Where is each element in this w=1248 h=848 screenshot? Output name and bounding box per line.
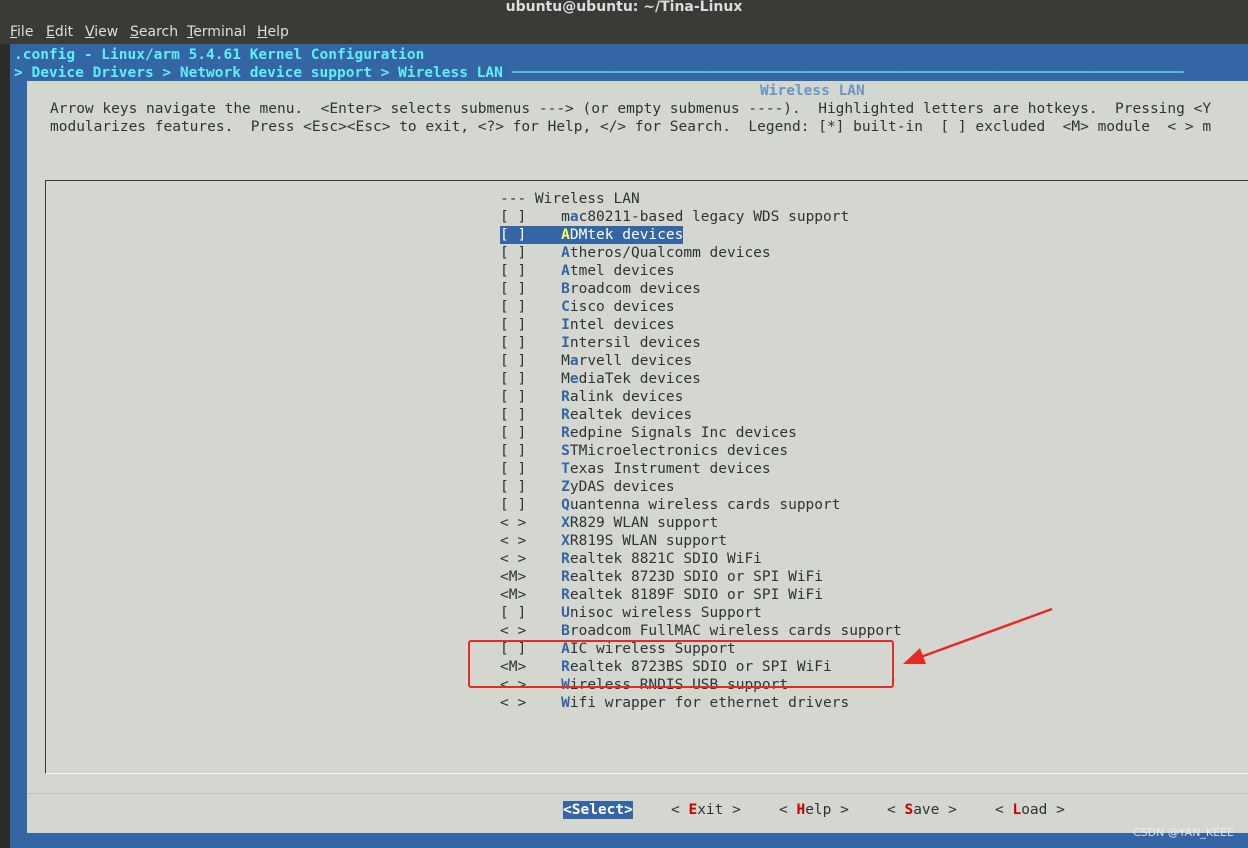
annotation-arrow xyxy=(903,607,1053,664)
annotation-arrow-shaft xyxy=(917,607,1053,660)
annotation-arrow-head xyxy=(903,648,926,664)
watermark: CSDN @YAN_KEEE xyxy=(1132,826,1234,839)
